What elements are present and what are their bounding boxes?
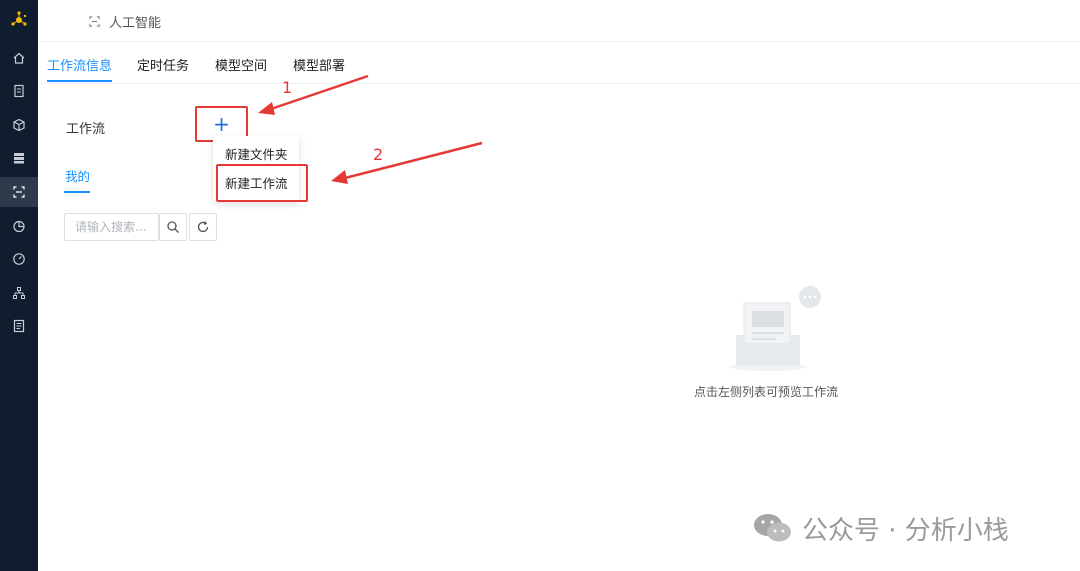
sidebar-item-cube[interactable] [0,110,38,140]
watermark: 公众号 · 分析小栈 [752,510,1009,546]
search-input[interactable] [64,213,159,241]
tab-model-deploy[interactable]: 模型部署 [293,55,345,74]
tab-mine-underline [64,191,90,193]
sidebar-item-ai[interactable] [0,177,38,207]
org-chart-icon [13,287,25,299]
app-window: 人工智能 工作流信息 定时任务 模型空间 模型部署 工作流 + 新建文件夹 新建… [0,0,1080,571]
sidebar-item-report[interactable] [0,311,38,341]
cube-icon [13,118,25,132]
annotation-arrow-2 [344,141,483,180]
empty-state-text: 点击左侧列表可预览工作流 [694,385,839,399]
search-icon [167,221,179,233]
report-icon [13,319,25,333]
pie-chart-icon [13,220,25,233]
sidebar-item-gauge[interactable] [0,244,38,274]
scan-icon [89,15,100,27]
annotation-arrowhead-2 [331,170,348,184]
scan-icon [13,186,25,198]
menu-item-new-folder[interactable]: 新建文件夹 [213,140,299,170]
wechat-icon [754,514,791,542]
sidebar-item-chart[interactable] [0,211,38,241]
tab-mine[interactable]: 我的 [65,166,90,185]
sidebar [0,0,38,571]
annotation-number-2: 2 [373,145,384,164]
tab-workflow-info[interactable]: 工作流信息 [47,55,113,82]
network-logo-icon[interactable] [0,0,38,40]
sidebar-item-document[interactable] [0,76,38,106]
home-icon [13,52,25,64]
tab-scheduled-tasks[interactable]: 定时任务 [137,55,189,74]
annotation-arrowhead-1 [258,102,275,115]
add-menu-dropdown: 新建文件夹 新建工作流 [213,136,299,202]
top-bar: 人工智能 [38,0,1080,42]
document-icon [14,84,24,98]
tab-model-space[interactable]: 模型空间 [215,55,267,74]
search-button[interactable] [159,213,187,241]
empty-state-illustration [730,286,821,371]
refresh-icon [197,221,209,233]
tab-bar: 工作流信息 定时任务 模型空间 模型部署 [38,42,1080,84]
sidebar-item-database[interactable] [0,143,38,173]
database-icon [14,153,24,164]
annotation-arrows [258,74,483,184]
sidebar-item-org[interactable] [0,278,38,308]
menu-item-new-workflow[interactable]: 新建工作流 [213,169,299,199]
annotation-number-1: 1 [282,78,293,97]
breadcrumb-label: 人工智能 [109,15,162,31]
workflow-title: 工作流 [66,122,106,137]
refresh-button[interactable] [189,213,217,241]
sidebar-item-home[interactable] [0,43,38,73]
gauge-icon [13,253,25,265]
breadcrumb[interactable]: 人工智能 [88,11,161,31]
watermark-text: 公众号 · 分析小栈 [802,515,1009,546]
